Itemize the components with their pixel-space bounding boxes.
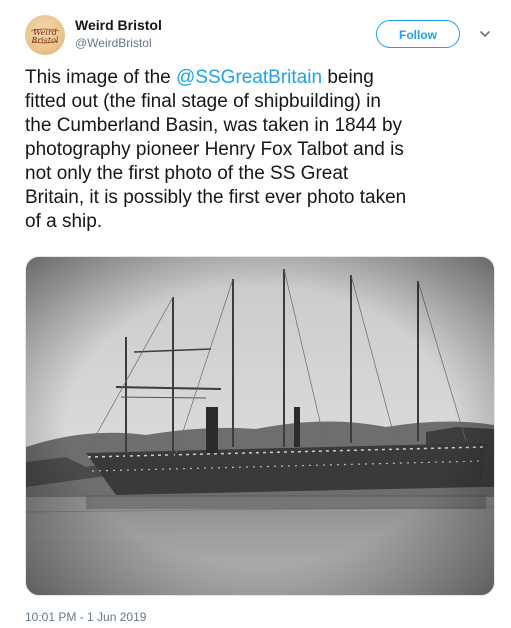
svg-text:Bristol: Bristol bbox=[31, 36, 59, 45]
tweet-card: Weird Bristol Weird Bristol @WeirdBristo… bbox=[0, 0, 511, 628]
tweet-text: This image of the @SSGreatBritain being f… bbox=[25, 66, 495, 234]
tweet-text-segment: Britain, it is possibly the first ever p… bbox=[25, 187, 407, 208]
user-name[interactable]: Weird Bristol bbox=[75, 17, 162, 33]
tweet-photo[interactable] bbox=[25, 256, 495, 596]
avatar-logo: Weird Bristol bbox=[31, 28, 60, 45]
tweet-text-segment: This image of the bbox=[25, 67, 177, 88]
tweet-text-segment: of a ship. bbox=[25, 211, 103, 232]
mention-link[interactable]: @SSGreatBritain bbox=[176, 67, 322, 88]
tweet-text-line: of a ship. bbox=[25, 210, 495, 234]
avatar[interactable]: Weird Bristol bbox=[25, 15, 65, 55]
tweet-text-segment: the Cumberland Basin, was taken in 1844 … bbox=[25, 115, 403, 136]
ship-photograph bbox=[26, 257, 494, 595]
tweet-text-segment: fitted out (the final stage of shipbuild… bbox=[25, 91, 381, 112]
follow-button[interactable]: Follow bbox=[376, 20, 460, 48]
tweet-text-segment: not only the first photo of the SS Great bbox=[25, 163, 349, 184]
user-handle[interactable]: @WeirdBristol bbox=[75, 36, 152, 50]
chevron-down-icon[interactable] bbox=[478, 27, 492, 41]
tweet-text-segment: photography pioneer Henry Fox Talbot and… bbox=[25, 139, 404, 160]
tweet-text-line: photography pioneer Henry Fox Talbot and… bbox=[25, 138, 495, 162]
tweet-text-line: not only the first photo of the SS Great bbox=[25, 162, 495, 186]
tweet-text-line: fitted out (the final stage of shipbuild… bbox=[25, 90, 495, 114]
tweet-text-line: the Cumberland Basin, was taken in 1844 … bbox=[25, 114, 495, 138]
tweet-text-line: This image of the @SSGreatBritain being bbox=[25, 66, 495, 90]
timestamp[interactable]: 10:01 PM - 1 Jun 2019 bbox=[25, 610, 146, 624]
tweet-text-segment: being bbox=[322, 67, 374, 88]
tweet-text-line: Britain, it is possibly the first ever p… bbox=[25, 186, 495, 210]
